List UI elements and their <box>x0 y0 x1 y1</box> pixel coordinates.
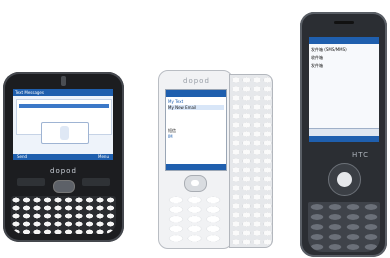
phone2-text-1: My Text <box>168 99 184 104</box>
phone1-keyboard[interactable] <box>11 196 116 234</box>
phone3-text-3: 发件箱 <box>311 63 323 68</box>
phone3-brand-logo: HTC <box>352 151 370 159</box>
phone3-softkey-bar <box>309 136 379 142</box>
phone2-title-bar <box>166 90 226 97</box>
phone-htc-dark: 发件箱 (SMS/MMS) 收件箱 发件箱 HTC <box>300 12 387 257</box>
phone1-softkey-right[interactable]: Menu <box>98 154 109 160</box>
phone1-screen-title: Text Messages <box>15 90 44 95</box>
phone2-brand-logo: dopod <box>183 77 210 85</box>
phone3-toolbar <box>309 128 379 136</box>
phone2-dpad[interactable] <box>184 175 207 192</box>
phone2-text-4: IM <box>168 134 173 139</box>
phone1-screen: Text Messages Send Menu <box>13 89 113 160</box>
phone1-softkey-left[interactable]: Send <box>17 154 27 160</box>
phone-slider-white: dopod My Text My New Email 短信 IM <box>158 70 233 249</box>
phone3-title-bar <box>309 37 379 44</box>
phone3-text-2: 收件箱 <box>311 55 323 60</box>
phone1-end-key[interactable] <box>82 178 110 186</box>
phone1-dialog <box>41 122 89 144</box>
phone1-title-bar: Text Messages <box>13 89 113 96</box>
phone2-slide-keyboard[interactable] <box>229 74 273 248</box>
phone3-screen: 发件箱 (SMS/MMS) 收件箱 发件箱 <box>309 37 379 142</box>
phone2-text-2: My New Email <box>168 105 224 110</box>
phone-qwerty-black: Text Messages Send Menu dopod <box>3 72 124 242</box>
phone3-keypad[interactable] <box>308 202 380 252</box>
phone1-dpad[interactable] <box>53 180 75 193</box>
phone1-list-selection <box>19 104 109 108</box>
phone1-call-key[interactable] <box>17 178 45 186</box>
phone2-numpad[interactable] <box>167 195 223 243</box>
phone3-dpad[interactable] <box>328 163 361 196</box>
earpiece <box>61 76 66 86</box>
phone1-brand-logo: dopod <box>50 167 77 175</box>
phone2-screen: My Text My New Email 短信 IM <box>165 89 227 171</box>
phone3-text-1: 发件箱 (SMS/MMS) <box>311 47 347 52</box>
earpiece <box>334 21 354 24</box>
phone2-softkey-bar <box>166 164 226 170</box>
phone1-softkey-bar: Send Menu <box>13 154 113 160</box>
